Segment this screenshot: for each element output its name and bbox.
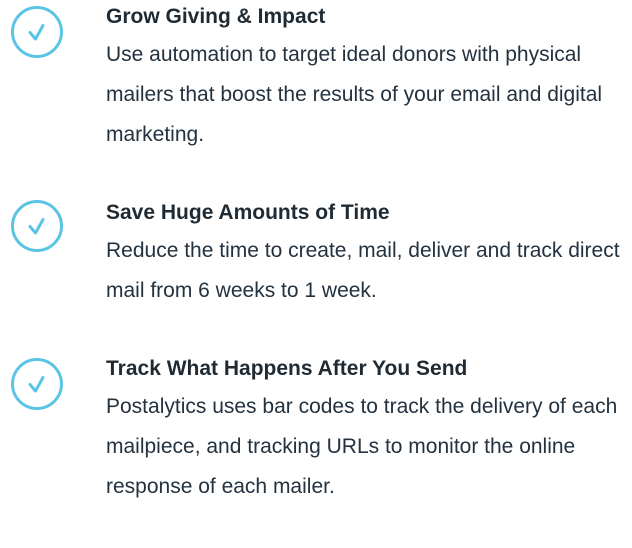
feature-description: Postalytics uses bar codes to track the …	[106, 395, 618, 498]
check-circle-icon	[10, 357, 64, 411]
feature-text: Grow Giving & Impact Use automation to t…	[106, 2, 626, 155]
feature-title: Save Huge Amounts of Time	[106, 201, 390, 224]
check-circle-icon	[10, 5, 64, 59]
feature-title: Track What Happens After You Send	[106, 357, 468, 380]
check-circle-icon	[10, 199, 64, 253]
feature-text: Track What Happens After You Send Postal…	[106, 354, 626, 507]
feature-text: Save Huge Amounts of Time Reduce the tim…	[106, 198, 626, 311]
feature-description: Use automation to target ideal donors wi…	[106, 43, 603, 146]
feature-description: Reduce the time to create, mail, deliver…	[106, 239, 620, 302]
feature-title: Grow Giving & Impact	[106, 5, 326, 28]
feature-list: Grow Giving & Impact Use automation to t…	[0, 0, 632, 548]
